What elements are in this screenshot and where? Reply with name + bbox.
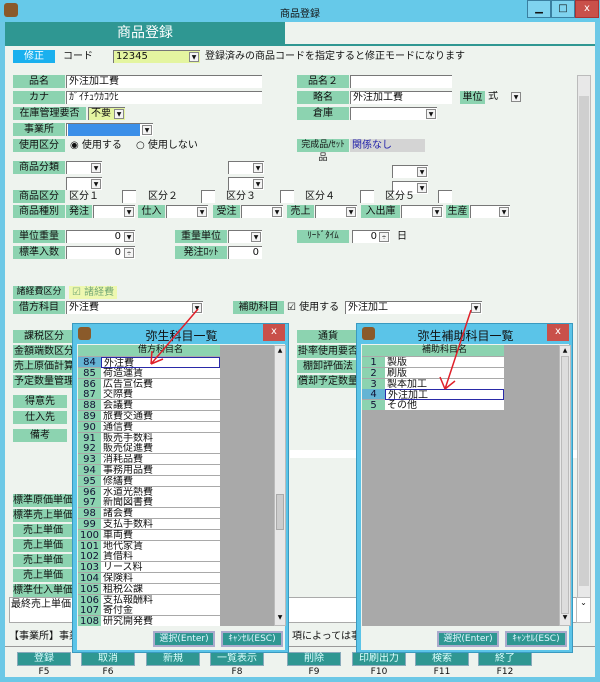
arrow-to-sub-account-row [439, 309, 472, 390]
arrow-to-account-row [150, 308, 199, 365]
annotation-arrows [150, 308, 472, 390]
